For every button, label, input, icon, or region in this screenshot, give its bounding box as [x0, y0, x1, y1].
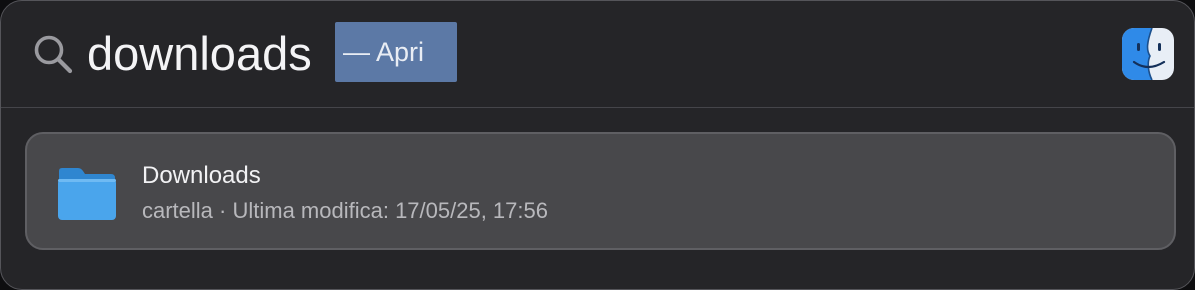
spotlight-panel: downloads — Apri Downloads cartella · Ul…: [0, 0, 1195, 290]
result-title: Downloads: [142, 162, 261, 189]
completion-suggestion: — Apri: [335, 22, 457, 82]
result-subtitle: cartella · Ultima modifica: 17/05/25, 17…: [142, 198, 548, 223]
search-input[interactable]: downloads: [87, 25, 312, 83]
finder-icon[interactable]: [1122, 28, 1174, 80]
folder-icon: [58, 168, 116, 220]
search-icon: [34, 35, 73, 74]
result-row-downloads[interactable]: Downloads cartella · Ultima modifica: 17…: [25, 132, 1176, 250]
search-bar: downloads — Apri: [1, 1, 1194, 108]
